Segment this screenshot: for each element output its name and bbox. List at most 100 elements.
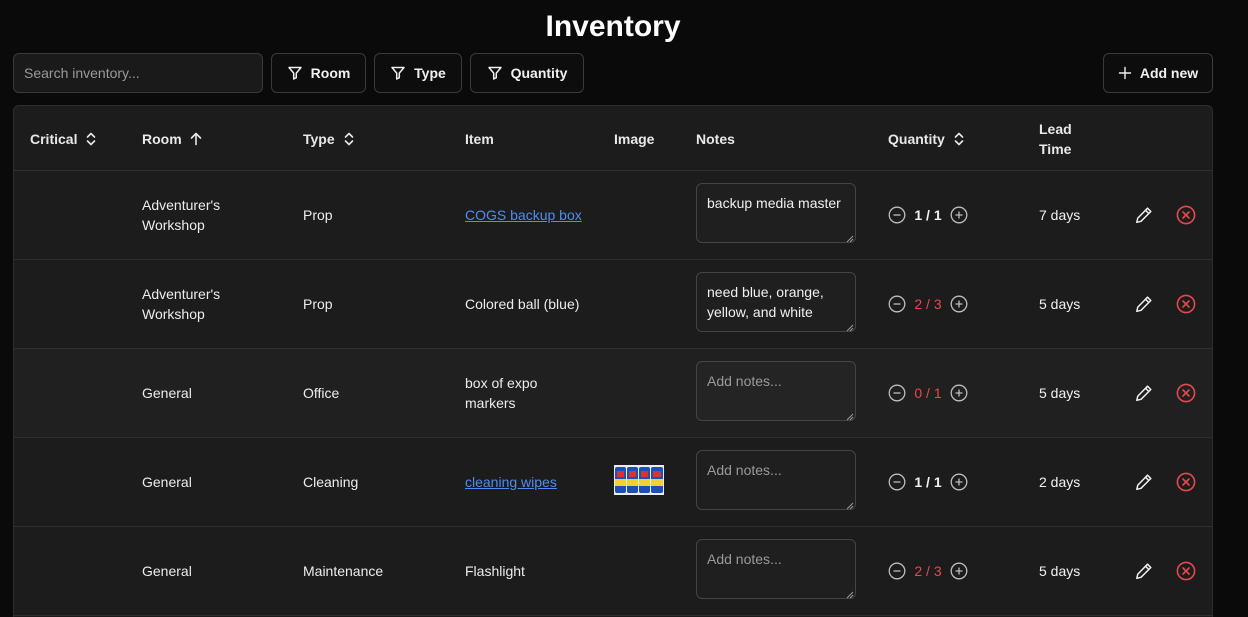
column-critical-label: Critical xyxy=(30,130,78,147)
column-image-label: Image xyxy=(614,130,655,147)
x-circle-icon[interactable] xyxy=(1176,383,1196,403)
cell-type: Prop xyxy=(303,296,333,312)
cell-room: Adventurer's Workshop xyxy=(142,286,221,322)
x-circle-icon[interactable] xyxy=(1176,294,1196,314)
plus-circle-icon[interactable] xyxy=(950,295,968,313)
cell-item: Colored ball (blue) xyxy=(465,296,580,312)
notes-field[interactable]: backup media master xyxy=(696,183,856,243)
cell-item: Flashlight xyxy=(465,563,525,579)
table-row: General Cleaning cleaning wipes 1 / 1 2 … xyxy=(14,438,1212,527)
cell-item: COGS backup box xyxy=(465,171,595,259)
sort-icon xyxy=(344,132,353,145)
plus-circle-icon[interactable] xyxy=(950,473,968,491)
notes-field[interactable] xyxy=(696,539,856,599)
minus-circle-icon[interactable] xyxy=(888,295,906,313)
column-lead-time-label: Lead xyxy=(1039,120,1072,137)
pencil-icon[interactable] xyxy=(1134,205,1154,225)
pencil-icon[interactable] xyxy=(1134,383,1154,403)
toolbar: Room Type Quantity Add new xyxy=(13,53,1213,93)
add-new-button[interactable]: Add new xyxy=(1103,53,1213,93)
quantity-value: 1 / 1 xyxy=(914,207,942,223)
cell-type: Cleaning xyxy=(303,474,359,490)
quantity-value: 1 / 1 xyxy=(914,474,942,490)
sort-icon xyxy=(954,132,964,145)
table-row: General Office box of expo markers 0 / 1… xyxy=(14,349,1212,438)
item-link[interactable]: cleaning wipes xyxy=(465,472,557,492)
column-type[interactable]: Type xyxy=(303,106,355,171)
sort-icon xyxy=(87,132,96,145)
table-row: Adventurer's Workshop Prop Colored ball … xyxy=(14,260,1212,349)
add-new-label: Add new xyxy=(1139,65,1199,81)
filter-icon xyxy=(287,66,302,80)
filter-icon xyxy=(391,66,405,80)
x-circle-icon[interactable] xyxy=(1176,472,1196,492)
cell-lead-time: 5 days xyxy=(1039,385,1081,401)
resize-grip-icon xyxy=(846,502,854,510)
column-type-label: Type xyxy=(303,130,335,147)
cell-lead-time: 5 days xyxy=(1039,296,1081,312)
quantity-value: 2 / 3 xyxy=(914,296,942,312)
plus-circle-icon[interactable] xyxy=(950,384,968,402)
cell-lead-time: 2 days xyxy=(1039,474,1081,490)
column-critical[interactable]: Critical xyxy=(30,106,97,171)
column-quantity[interactable]: Quantity xyxy=(888,106,965,171)
minus-circle-icon[interactable] xyxy=(888,473,906,491)
x-circle-icon[interactable] xyxy=(1176,205,1196,225)
quantity-value: 0 / 1 xyxy=(914,385,942,401)
notes-field[interactable] xyxy=(696,361,856,421)
x-circle-icon[interactable] xyxy=(1176,561,1196,581)
resize-grip-icon xyxy=(846,591,854,599)
sort-ascending-icon xyxy=(190,132,201,145)
column-quantity-label: Quantity xyxy=(888,130,945,147)
column-item-label: Item xyxy=(465,130,494,147)
plus-circle-icon[interactable] xyxy=(950,206,968,224)
table-row: General Maintenance Flashlight 2 / 3 5 d… xyxy=(14,527,1212,616)
plus-icon xyxy=(1118,66,1132,80)
item-link[interactable]: COGS backup box xyxy=(465,205,582,225)
plus-circle-icon[interactable] xyxy=(950,562,968,580)
filter-type-button[interactable]: Type xyxy=(374,53,462,93)
filter-room-label: Room xyxy=(310,65,351,81)
column-room-label: Room xyxy=(142,130,182,147)
column-item: Item xyxy=(465,106,494,171)
inventory-table: Critical Room Type Item Image Notes Quan… xyxy=(13,105,1213,617)
cell-lead-time: 5 days xyxy=(1039,563,1081,579)
page-title: Inventory xyxy=(545,10,681,43)
cell-item: cleaning wipes xyxy=(465,438,595,526)
cell-lead-time: 7 days xyxy=(1039,207,1081,223)
quantity-value: 2 / 3 xyxy=(914,563,942,579)
table-row: Adventurer's Workshop Prop COGS backup b… xyxy=(14,171,1212,260)
column-notes-label: Notes xyxy=(696,130,735,147)
pencil-icon[interactable] xyxy=(1134,472,1154,492)
quantity-stepper: 0 / 1 xyxy=(888,349,968,437)
resize-grip-icon xyxy=(846,235,854,243)
minus-circle-icon[interactable] xyxy=(888,384,906,402)
cell-room: General xyxy=(142,563,192,579)
minus-circle-icon[interactable] xyxy=(888,562,906,580)
filter-room-button[interactable]: Room xyxy=(271,53,366,93)
cell-room: Adventurer's Workshop xyxy=(142,197,221,233)
cell-type: Prop xyxy=(303,207,333,223)
resize-grip-icon xyxy=(846,413,854,421)
quantity-stepper: 2 / 3 xyxy=(888,260,968,348)
column-lead-time-label-line2: Time xyxy=(1039,140,1072,157)
item-image-thumbnail[interactable] xyxy=(614,465,664,495)
notes-field[interactable] xyxy=(696,450,856,510)
pencil-icon[interactable] xyxy=(1134,294,1154,314)
cell-room: General xyxy=(142,474,192,490)
column-image: Image xyxy=(614,106,654,171)
column-lead-time: Lead Time xyxy=(1039,106,1089,171)
filter-type-label: Type xyxy=(414,65,446,81)
filter-quantity-button[interactable]: Quantity xyxy=(470,53,584,93)
pencil-icon[interactable] xyxy=(1134,561,1154,581)
cell-type: Maintenance xyxy=(303,563,384,579)
column-room[interactable]: Room xyxy=(142,106,202,171)
search-input[interactable] xyxy=(13,53,263,93)
column-notes: Notes xyxy=(696,106,735,171)
filter-quantity-label: Quantity xyxy=(510,65,568,81)
notes-field[interactable]: need blue, orange, yellow, and white xyxy=(696,272,856,332)
quantity-stepper: 1 / 1 xyxy=(888,438,968,526)
minus-circle-icon[interactable] xyxy=(888,206,906,224)
quantity-stepper: 2 / 3 xyxy=(888,527,968,615)
resize-grip-icon xyxy=(846,324,854,332)
